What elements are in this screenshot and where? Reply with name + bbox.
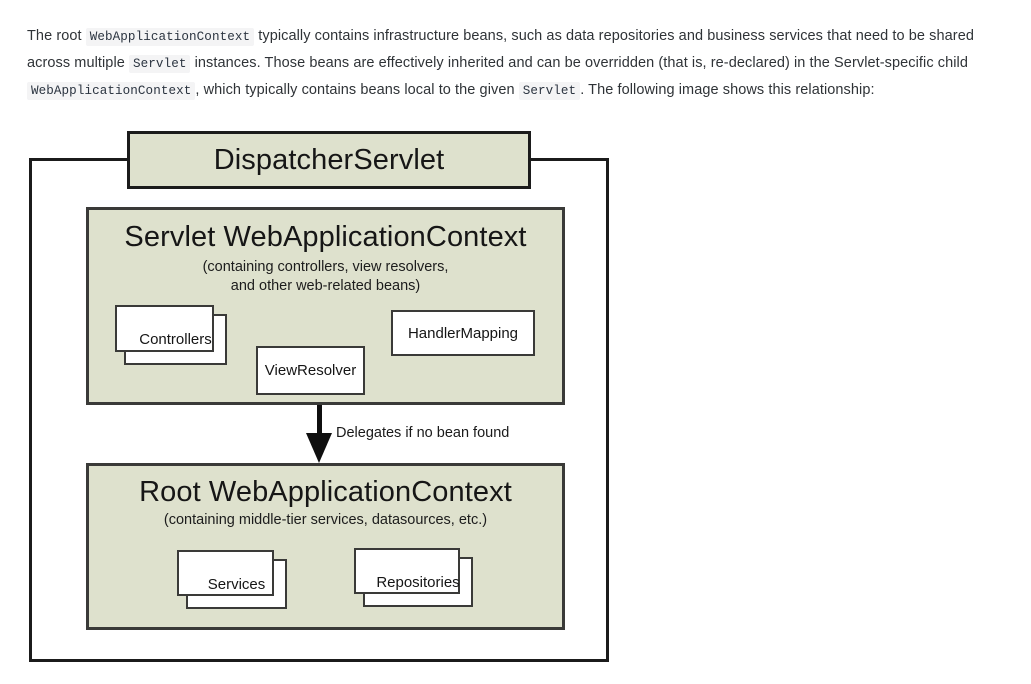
delegation-arrow-head-icon: [306, 433, 332, 463]
bean-handlermapping: HandlerMapping: [391, 310, 535, 356]
dispatcher-servlet-label: DispatcherServlet: [213, 143, 445, 176]
bean-controllers: Controllers: [115, 305, 227, 365]
bean-services: Services: [177, 550, 287, 609]
bean-controllers-label: Controllers: [139, 331, 212, 348]
bean-handlermapping-label: HandlerMapping: [407, 324, 519, 342]
bean-services-label: Services: [207, 575, 266, 593]
dispatcher-servlet-box: DispatcherServlet: [127, 131, 531, 189]
bean-viewresolver: ViewResolver: [256, 346, 365, 395]
servlet-context-subtitle: (containing controllers, view resolvers,…: [202, 259, 449, 294]
bean-repositories: Repositories: [354, 548, 473, 607]
bean-viewresolver-label: ViewResolver: [264, 362, 357, 379]
delegation-arrow-label: Delegates if no bean found: [336, 425, 510, 441]
webapplicationcontext-hierarchy-diagram: DispatcherServlet Servlet WebApplication…: [0, 0, 1031, 684]
root-context-title: Root WebApplicationContext: [139, 476, 512, 508]
servlet-context-title: Servlet WebApplicationContext: [124, 221, 527, 253]
root-webapplicationcontext-box: Root WebApplicationContext (containing m…: [86, 463, 565, 630]
root-context-subtitle: (containing middle-tier services, dataso…: [163, 512, 488, 528]
bean-repositories-label: Repositories: [376, 573, 460, 591]
